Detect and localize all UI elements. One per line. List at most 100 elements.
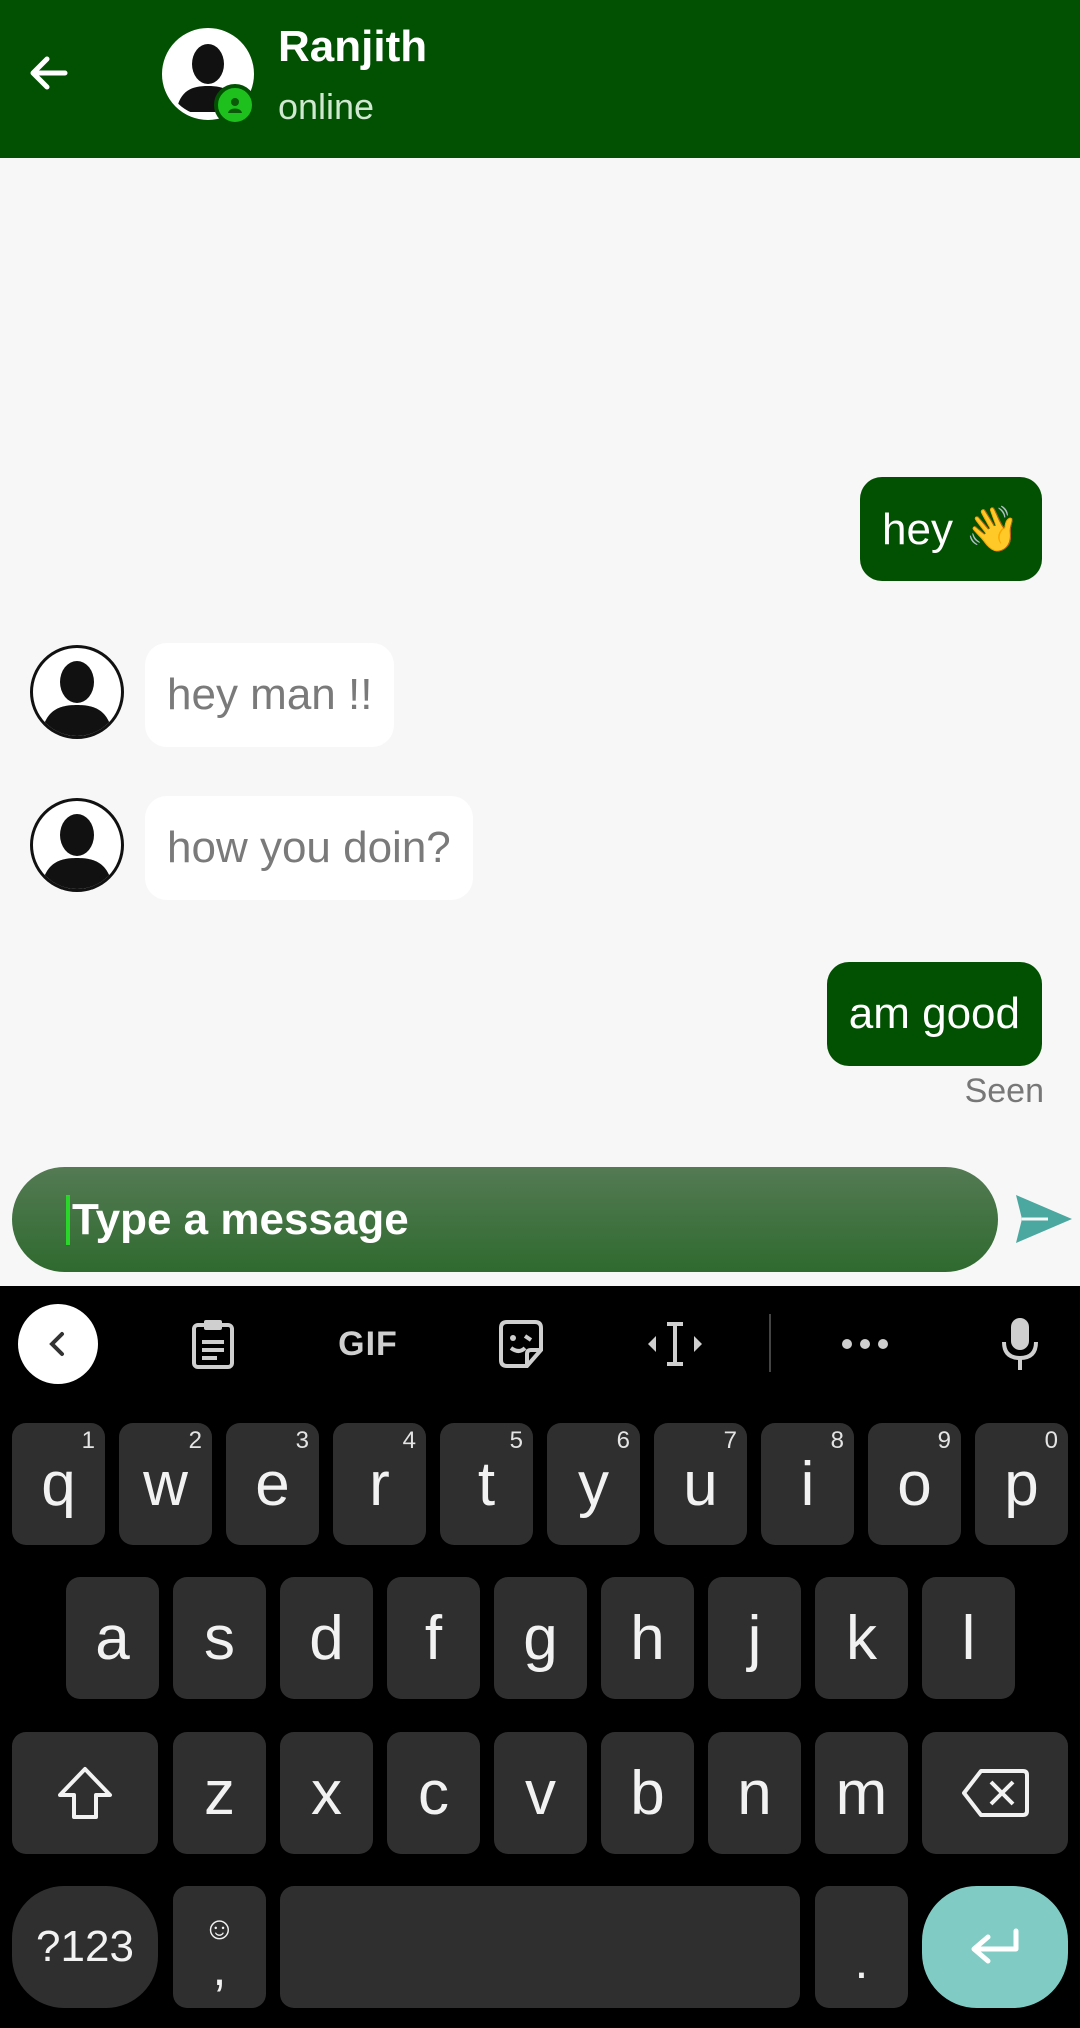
- key-n[interactable]: n: [708, 1732, 801, 1854]
- key-u[interactable]: u7: [654, 1423, 747, 1545]
- key-label: .: [854, 1933, 869, 1989]
- key-label: u: [683, 1449, 718, 1519]
- key-label: a: [95, 1603, 130, 1673]
- key-label: l: [961, 1603, 976, 1673]
- message-composer: [12, 1167, 998, 1272]
- key-x[interactable]: x: [280, 1732, 373, 1854]
- key-label: e: [255, 1449, 290, 1519]
- text-cursor-icon: [648, 1322, 702, 1366]
- message-bubble-outgoing[interactable]: am good: [826, 962, 1042, 1066]
- message-text: hey man !!: [167, 670, 373, 719]
- arrow-left-icon: [30, 56, 68, 90]
- comma-key[interactable]: ☺ ,: [173, 1886, 266, 2008]
- key-label: i: [800, 1449, 815, 1519]
- back-button[interactable]: [14, 38, 84, 108]
- key-z[interactable]: z: [173, 1732, 266, 1854]
- keyboard-toolbar: GIF: [0, 1286, 1080, 1402]
- microphone-icon: [1002, 1318, 1038, 1370]
- key-l[interactable]: l: [922, 1577, 1015, 1699]
- message-bubble-incoming[interactable]: how you doin?: [145, 796, 473, 900]
- contact-avatar[interactable]: [162, 28, 256, 126]
- enter-key[interactable]: [922, 1886, 1068, 2008]
- key-t[interactable]: t5: [440, 1423, 533, 1545]
- backspace-key[interactable]: [922, 1732, 1068, 1854]
- key-label: ,: [212, 1940, 227, 1996]
- message-text: am good: [848, 989, 1020, 1038]
- key-i[interactable]: i8: [761, 1423, 854, 1545]
- text-cursor-button[interactable]: [635, 1304, 715, 1384]
- message-bubble-incoming[interactable]: hey man !!: [145, 643, 395, 747]
- key-label: m: [835, 1758, 888, 1828]
- key-label: g: [523, 1603, 558, 1673]
- chevron-left-icon: [49, 1332, 64, 1356]
- sender-avatar-icon[interactable]: [30, 798, 124, 892]
- key-e[interactable]: e3: [226, 1423, 319, 1545]
- key-label: q: [41, 1449, 76, 1519]
- key-y[interactable]: y6: [547, 1423, 640, 1545]
- space-key[interactable]: [280, 1886, 800, 2008]
- gif-label: GIF: [338, 1324, 398, 1363]
- key-s[interactable]: s: [173, 1577, 266, 1699]
- period-key[interactable]: .: [815, 1886, 908, 2008]
- clipboard-button[interactable]: [173, 1304, 253, 1384]
- enter-arrow-icon: [971, 1928, 1019, 1964]
- sticker-icon: [499, 1320, 543, 1368]
- contact-status: online: [278, 86, 375, 127]
- toolbar-divider: [769, 1314, 771, 1372]
- sticker-button[interactable]: [481, 1304, 561, 1384]
- collapse-toolbar-button[interactable]: [18, 1304, 98, 1384]
- key-c[interactable]: c: [387, 1732, 480, 1854]
- message-text: how you doin?: [167, 823, 451, 872]
- symbols-key[interactable]: ?123: [12, 1886, 158, 2008]
- key-hint: 4: [402, 1427, 416, 1454]
- message-bubble-outgoing[interactable]: hey 👋: [860, 477, 1042, 581]
- key-m[interactable]: m: [815, 1732, 908, 1854]
- key-k[interactable]: k: [815, 1577, 908, 1699]
- contact-name[interactable]: Ranjith: [278, 22, 427, 72]
- backspace-icon: [962, 1769, 1029, 1817]
- more-horizontal-icon: [842, 1339, 888, 1349]
- key-r[interactable]: r4: [333, 1423, 426, 1545]
- sender-avatar-icon[interactable]: [30, 645, 124, 739]
- key-a[interactable]: a: [66, 1577, 159, 1699]
- more-options-button[interactable]: [825, 1304, 905, 1384]
- key-label: w: [143, 1449, 188, 1519]
- key-h[interactable]: h: [601, 1577, 694, 1699]
- key-g[interactable]: g: [494, 1577, 587, 1699]
- key-d[interactable]: d: [280, 1577, 373, 1699]
- key-label: p: [1004, 1449, 1039, 1519]
- shift-key[interactable]: [12, 1732, 158, 1854]
- soft-keyboard: GIF q 1 w 2 e 3 r 4 t 5 y 6 u 7 i 8 o 9 …: [0, 1286, 1080, 2028]
- key-v[interactable]: v: [494, 1732, 587, 1854]
- online-status-icon: [214, 84, 256, 126]
- gif-button[interactable]: GIF: [328, 1304, 408, 1384]
- key-hint: 7: [723, 1427, 737, 1454]
- key-j[interactable]: j: [708, 1577, 801, 1699]
- send-button[interactable]: [1012, 1187, 1076, 1251]
- send-icon: [1016, 1195, 1072, 1243]
- key-w[interactable]: w2: [119, 1423, 212, 1545]
- message-input[interactable]: [66, 1194, 946, 1245]
- read-receipt: Seen: [964, 1072, 1044, 1110]
- key-label: d: [309, 1603, 344, 1673]
- key-label: n: [737, 1758, 772, 1828]
- key-label: t: [477, 1449, 496, 1519]
- key-f[interactable]: f: [387, 1577, 480, 1699]
- key-q[interactable]: q1: [12, 1423, 105, 1545]
- key-o[interactable]: o9: [868, 1423, 961, 1545]
- key-label: s: [204, 1603, 235, 1673]
- key-hint: 6: [616, 1427, 630, 1454]
- key-label: o: [897, 1449, 932, 1519]
- key-p[interactable]: p0: [975, 1423, 1068, 1545]
- key-hint: 1: [81, 1427, 95, 1454]
- message-text: hey 👋: [882, 505, 1020, 554]
- key-label: r: [369, 1449, 390, 1519]
- key-b[interactable]: b: [601, 1732, 694, 1854]
- key-label: f: [424, 1603, 443, 1673]
- key-hint: 0: [1044, 1427, 1058, 1454]
- chat-header: Ranjith online: [0, 0, 1080, 158]
- voice-input-button[interactable]: [980, 1304, 1060, 1384]
- key-label: z: [204, 1758, 235, 1828]
- shift-icon: [58, 1767, 112, 1819]
- key-hint: 3: [295, 1427, 309, 1454]
